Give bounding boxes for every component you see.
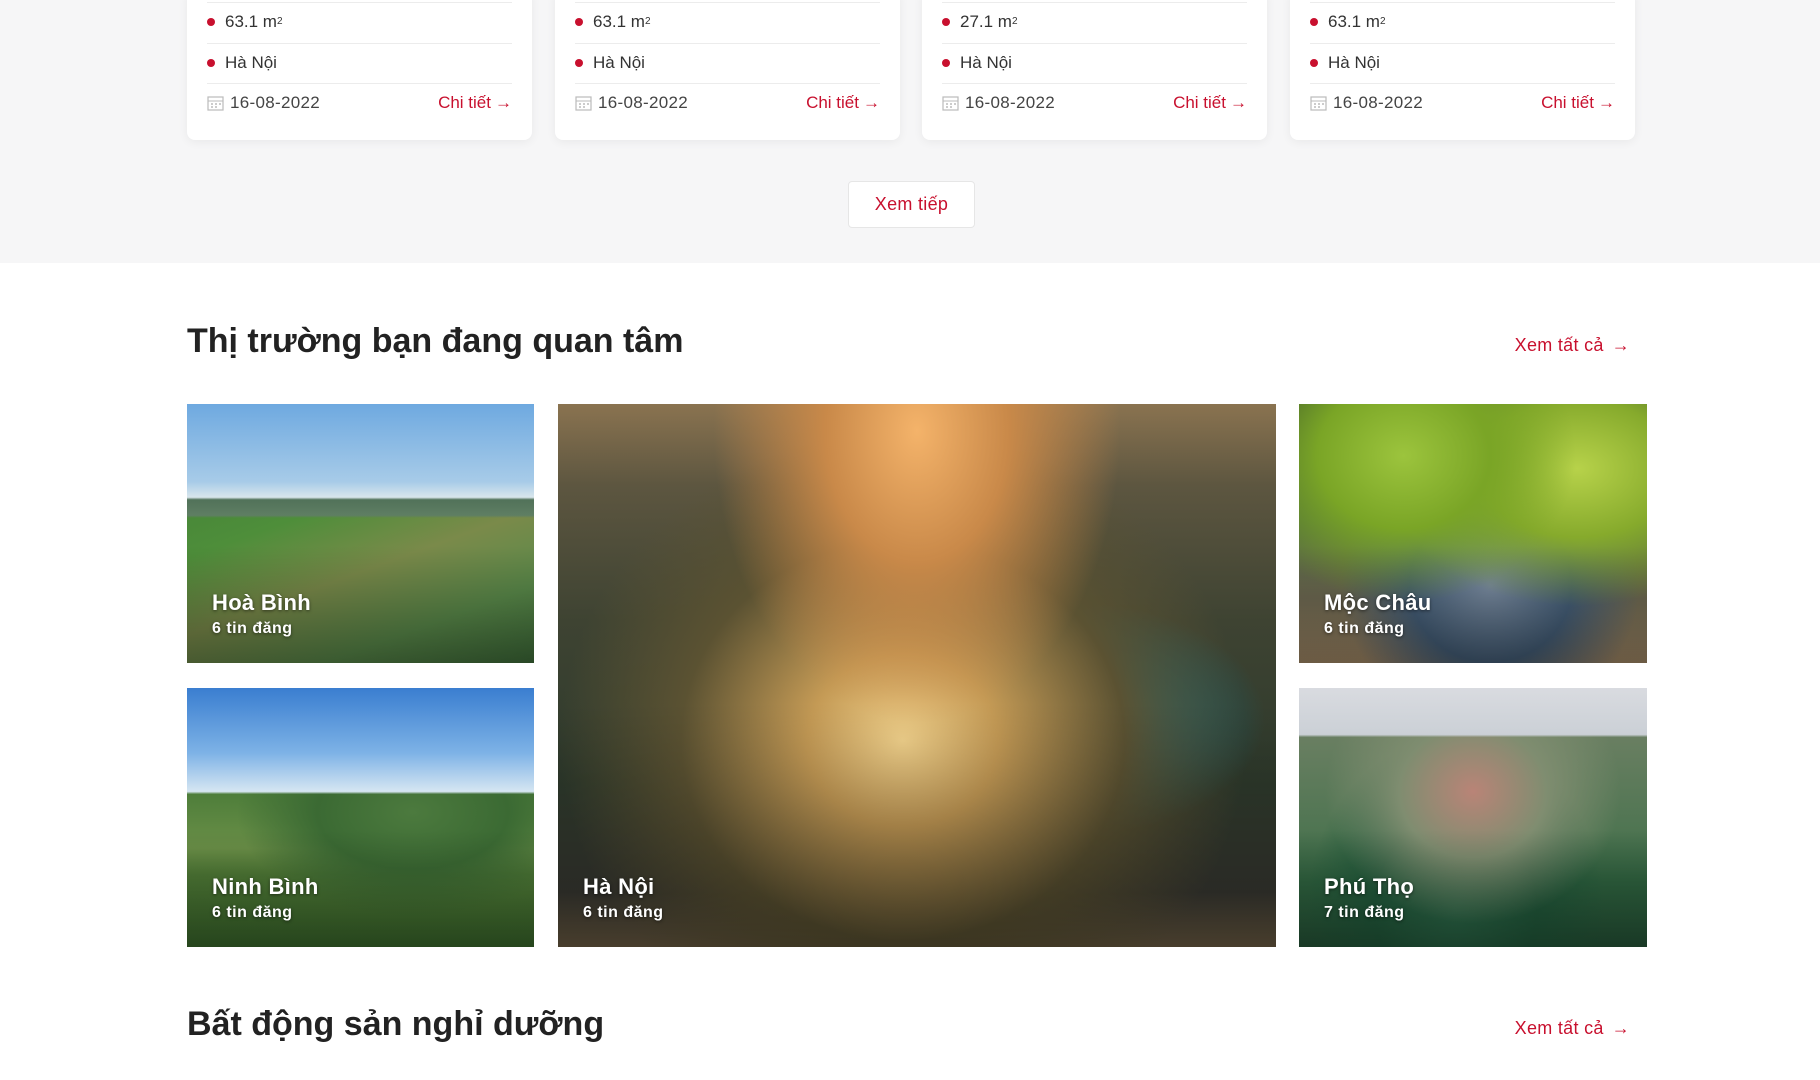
date: 16-08-2022 bbox=[1310, 93, 1423, 113]
location-row: Hà Nội bbox=[1310, 43, 1615, 81]
area-row: 63.1 m2 bbox=[575, 2, 880, 40]
tile-count: 6 tin đăng bbox=[212, 904, 293, 921]
tile-name: Ninh Bình bbox=[212, 874, 319, 899]
detail-link[interactable]: Chi tiết → bbox=[438, 93, 512, 113]
date: 16-08-2022 bbox=[942, 93, 1055, 113]
bullet-icon bbox=[1310, 17, 1318, 26]
date-row: 16-08-2022 Chi tiết → bbox=[942, 83, 1247, 121]
detail-link[interactable]: Chi tiết → bbox=[806, 93, 880, 113]
area-value: 27.1 m bbox=[960, 11, 1012, 31]
calendar-icon bbox=[575, 96, 592, 111]
date-value: 16-08-2022 bbox=[598, 92, 688, 112]
detail-link[interactable]: Chi tiết → bbox=[1173, 93, 1247, 113]
tile-overlay bbox=[558, 702, 1276, 947]
location-value: Hà Nội bbox=[1328, 52, 1380, 72]
area-value: 63.1 m bbox=[593, 11, 645, 31]
arrow-right-icon: → bbox=[1611, 1018, 1630, 1038]
arrow-right-icon: → bbox=[1598, 92, 1615, 112]
tile-count: 6 tin đăng bbox=[212, 620, 293, 637]
tile-label: Ninh Bình 6 tin đăng bbox=[212, 874, 319, 922]
resort-section-title: Bất động sản nghỉ dưỡng bbox=[187, 1005, 605, 1043]
resort-see-all-link[interactable]: Xem tất cả → bbox=[1515, 1018, 1630, 1039]
calendar-icon bbox=[207, 96, 224, 111]
detail-label: Chi tiết bbox=[438, 92, 491, 112]
arrow-right-icon: → bbox=[1611, 335, 1630, 355]
tile-name: Hoà Bình bbox=[212, 590, 311, 615]
tile-label: Hoà Bình 6 tin đăng bbox=[212, 590, 311, 638]
date-row: 16-08-2022 Chi tiết → bbox=[1310, 83, 1615, 121]
date-value: 16-08-2022 bbox=[965, 92, 1055, 112]
see-all-label: Xem tất cả bbox=[1514, 335, 1604, 355]
date-value: 16-08-2022 bbox=[230, 92, 320, 112]
tile-label: Phú Thọ 7 tin đăng bbox=[1324, 874, 1414, 922]
tile-name: Hà Nội bbox=[583, 874, 655, 899]
location-value: Hà Nội bbox=[593, 52, 645, 72]
arrow-right-icon: → bbox=[1230, 92, 1247, 112]
bullet-icon bbox=[1310, 58, 1318, 67]
date: 16-08-2022 bbox=[575, 93, 688, 113]
calendar-icon bbox=[1310, 96, 1327, 111]
bullet-icon bbox=[942, 17, 950, 26]
date-row: 16-08-2022 Chi tiết → bbox=[575, 83, 880, 121]
area-row: 63.1 m2 bbox=[1310, 2, 1615, 40]
area-unit-sup: 2 bbox=[644, 16, 651, 27]
tile-label: Hà Nội 6 tin đăng bbox=[583, 874, 664, 922]
listing-card[interactable]: 63.1 m2 Hà Nội 16-08-2022 Chi tiết → bbox=[1290, 0, 1635, 140]
listing-card[interactable]: 63.1 m2 Hà Nội 16-08-2022 Chi tiết → bbox=[555, 0, 900, 140]
area-value: 63.1 m bbox=[225, 11, 277, 31]
tile-count: 6 tin đăng bbox=[583, 904, 664, 921]
bullet-icon bbox=[207, 17, 215, 26]
area-unit-sup: 2 bbox=[1011, 16, 1018, 27]
market-tile-hoa-binh[interactable]: Hoà Bình 6 tin đăng bbox=[187, 404, 534, 663]
tile-count: 7 tin đăng bbox=[1324, 904, 1405, 921]
see-all-label: Xem tất cả bbox=[1514, 1018, 1604, 1038]
market-tile-ha-noi[interactable]: Hà Nội 6 tin đăng bbox=[558, 404, 1276, 947]
tile-label: Mộc Châu 6 tin đăng bbox=[1324, 590, 1432, 638]
location-row: Hà Nội bbox=[942, 43, 1247, 81]
market-section-title: Thị trường bạn đang quan tâm bbox=[187, 322, 684, 360]
market-tile-phu-tho[interactable]: Phú Thọ 7 tin đăng bbox=[1299, 688, 1647, 947]
date-value: 16-08-2022 bbox=[1333, 92, 1423, 112]
location-value: Hà Nội bbox=[225, 52, 277, 72]
tile-count: 6 tin đăng bbox=[1324, 620, 1405, 637]
arrow-right-icon: → bbox=[863, 92, 880, 112]
location-value: Hà Nội bbox=[960, 52, 1012, 72]
bullet-icon bbox=[207, 58, 215, 67]
area-value: 63.1 m bbox=[1328, 11, 1380, 31]
listing-card[interactable]: 63.1 m2 Hà Nội 16-08-2022 Chi tiết → bbox=[187, 0, 532, 140]
market-see-all-link[interactable]: Xem tất cả → bbox=[1515, 335, 1630, 356]
area-row: 63.1 m2 bbox=[207, 2, 512, 40]
bullet-icon bbox=[575, 58, 583, 67]
area-unit-sup: 2 bbox=[276, 16, 283, 27]
date-row: 16-08-2022 Chi tiết → bbox=[207, 83, 512, 121]
tile-name: Phú Thọ bbox=[1324, 874, 1415, 899]
load-more-button[interactable]: Xem tiếp bbox=[848, 181, 975, 228]
detail-label: Chi tiết bbox=[1173, 92, 1226, 112]
tile-name: Mộc Châu bbox=[1324, 590, 1432, 615]
market-tile-ninh-binh[interactable]: Ninh Bình 6 tin đăng bbox=[187, 688, 534, 947]
location-row: Hà Nội bbox=[575, 43, 880, 81]
bullet-icon bbox=[575, 17, 583, 26]
area-unit-sup: 2 bbox=[1379, 16, 1386, 27]
bullet-icon bbox=[942, 58, 950, 67]
detail-link[interactable]: Chi tiết → bbox=[1541, 93, 1615, 113]
location-row: Hà Nội bbox=[207, 43, 512, 81]
calendar-icon bbox=[942, 96, 959, 111]
date: 16-08-2022 bbox=[207, 93, 320, 113]
market-tile-moc-chau[interactable]: Mộc Châu 6 tin đăng bbox=[1299, 404, 1647, 663]
detail-label: Chi tiết bbox=[1541, 92, 1594, 112]
detail-label: Chi tiết bbox=[806, 92, 859, 112]
arrow-right-icon: → bbox=[495, 92, 512, 112]
area-row: 27.1 m2 bbox=[942, 2, 1247, 40]
listing-card[interactable]: 27.1 m2 Hà Nội 16-08-2022 Chi tiết → bbox=[922, 0, 1267, 140]
